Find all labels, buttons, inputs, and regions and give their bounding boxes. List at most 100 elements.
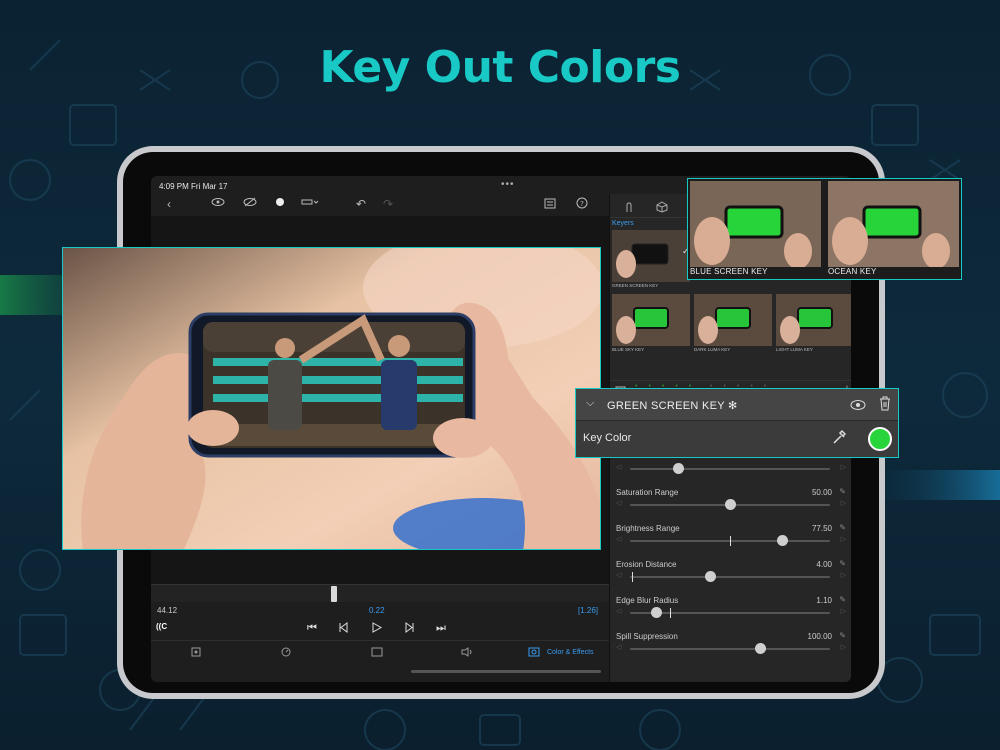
fx-menu-icon[interactable]: [301, 197, 319, 207]
slider-knob[interactable]: [673, 463, 684, 474]
keyers-section-label: Keyers: [612, 220, 634, 227]
keyer-thumb-ocean[interactable]: [828, 181, 959, 267]
keyer-label: OCEAN KEY: [828, 267, 877, 276]
pencil-icon[interactable]: ✎: [839, 487, 846, 496]
param-label: Brightness Range: [616, 524, 680, 533]
pencil-icon[interactable]: ✎: [839, 631, 846, 640]
keyer-thumb-blue-sky[interactable]: [612, 294, 690, 346]
slider-knob[interactable]: [777, 535, 788, 546]
skip-start-icon[interactable]: ⏮: [307, 622, 317, 635]
step-back-icon[interactable]: [338, 622, 349, 636]
trash-icon[interactable]: [879, 396, 891, 416]
crop-icon[interactable]: [191, 647, 201, 660]
increment-arrow-icon[interactable]: ▷: [841, 463, 846, 471]
slider-knob[interactable]: [705, 571, 716, 582]
param-label: Spill Suppression: [616, 632, 678, 641]
keyer-thumb-light-luma[interactable]: [776, 294, 851, 346]
hand-icon[interactable]: [624, 200, 634, 218]
record-dot-icon[interactable]: [275, 197, 285, 207]
slider-track[interactable]: [630, 468, 830, 470]
default-tick: [670, 608, 671, 618]
cube-icon[interactable]: [656, 200, 668, 218]
keyer-thumb-green-screen[interactable]: [612, 230, 690, 282]
decrement-arrow-icon[interactable]: ◁: [616, 535, 621, 543]
help-icon[interactable]: ?: [576, 197, 588, 209]
decrement-arrow-icon[interactable]: ◁: [616, 643, 621, 651]
param-slider[interactable]: Edge Blur Radius 1.10 ✎ ◁ ▷: [616, 595, 846, 630]
slider-knob[interactable]: [651, 607, 662, 618]
color-effects-icon[interactable]: [528, 647, 540, 660]
increment-arrow-icon[interactable]: ▷: [841, 535, 846, 543]
param-value[interactable]: 100.00: [808, 632, 832, 641]
pencil-icon[interactable]: ✎: [839, 559, 846, 568]
decrement-arrow-icon[interactable]: ◁: [616, 607, 621, 615]
slider-knob[interactable]: [725, 499, 736, 510]
volume-icon[interactable]: [461, 647, 473, 660]
effect-header[interactable]: ⌵ GREEN SCREEN KEY ✻: [576, 389, 898, 421]
keyer-thumb-dark-luma[interactable]: [694, 294, 772, 346]
param-value[interactable]: 50.00: [812, 488, 832, 497]
decrement-arrow-icon[interactable]: ◁: [616, 499, 621, 507]
timecode-total: [1.26]: [578, 606, 599, 615]
keyer-label: LIGHT LUMA KEY: [776, 347, 813, 352]
home-indicator: [411, 670, 601, 673]
chevron-down-icon[interactable]: ⌵: [586, 397, 594, 410]
keyer-label: GREEN SCREEN KEY: [612, 283, 659, 288]
bottom-toolbar: Color & Effects: [151, 640, 609, 664]
keyer-thumb-blue-screen[interactable]: [690, 181, 821, 267]
page-headline: Key Out Colors: [319, 42, 681, 93]
skip-end-icon[interactable]: ⏭: [436, 622, 446, 635]
param-label: Saturation Range: [616, 488, 679, 497]
key-color-swatch[interactable]: [868, 427, 892, 451]
visibility-eye-icon[interactable]: [850, 398, 866, 416]
increment-arrow-icon[interactable]: ▷: [841, 643, 846, 651]
undo-icon[interactable]: ↶: [356, 197, 366, 211]
keyer-label: DARK LUMA KEY: [694, 347, 731, 352]
slider-track[interactable]: [630, 648, 830, 650]
clipboard-icon[interactable]: [544, 197, 556, 209]
increment-arrow-icon[interactable]: ▷: [841, 571, 846, 579]
slider-track[interactable]: [630, 576, 830, 578]
redo-icon[interactable]: ↷: [383, 197, 393, 211]
keyer-label: BLUE SCREEN KEY: [690, 267, 768, 276]
param-label: Edge Blur Radius: [616, 596, 679, 605]
timecode-current: 44.12: [157, 606, 178, 615]
eye-hidden-icon[interactable]: [243, 197, 257, 207]
green-screen-key-popup: ⌵ GREEN SCREEN KEY ✻ Key Color: [575, 388, 899, 458]
eyedropper-icon[interactable]: [832, 429, 847, 450]
pencil-icon[interactable]: ✎: [839, 523, 846, 532]
param-slider[interactable]: Spill Suppression 100.00 ✎ ◁ ▷: [616, 631, 846, 666]
param-value[interactable]: 77.50: [812, 524, 832, 533]
color-effects-tab[interactable]: Color & Effects: [547, 649, 594, 656]
play-icon[interactable]: [371, 622, 383, 636]
video-preview: [62, 247, 601, 550]
increment-arrow-icon[interactable]: ▷: [841, 607, 846, 615]
back-icon[interactable]: ‹: [167, 197, 171, 211]
timeline-scrubber[interactable]: [151, 584, 609, 602]
param-slider[interactable]: Erosion Distance 4.00 ✎ ◁ ▷: [616, 559, 846, 594]
top-toolbar: ‹ ↶ ↷ ?: [151, 194, 609, 216]
status-time: 4:09 PM Fri Mar 17: [159, 182, 228, 191]
eye-icon[interactable]: [211, 197, 225, 207]
keyer-presets-popup: BLUE SCREEN KEY OCEAN KEY: [687, 178, 962, 280]
pencil-icon[interactable]: ✎: [839, 595, 846, 604]
step-forward-icon[interactable]: [404, 622, 415, 636]
closed-caption-icon[interactable]: ((C: [156, 622, 167, 631]
playhead[interactable]: [331, 586, 337, 602]
param-slider[interactable]: Saturation Range 50.00 ✎ ◁ ▷: [616, 487, 846, 522]
param-value[interactable]: 1.10: [816, 596, 832, 605]
decrement-arrow-icon[interactable]: ◁: [616, 463, 621, 471]
increment-arrow-icon[interactable]: ▷: [841, 499, 846, 507]
svg-text:?: ?: [580, 200, 584, 208]
key-color-label: Key Color: [583, 432, 632, 444]
multitask-dots[interactable]: •••: [501, 179, 515, 190]
default-tick: [730, 536, 731, 546]
default-tick: [632, 572, 633, 582]
slider-knob[interactable]: [755, 643, 766, 654]
param-value[interactable]: 4.00: [816, 560, 832, 569]
decrement-arrow-icon[interactable]: ◁: [616, 571, 621, 579]
transform-icon[interactable]: [371, 647, 383, 660]
timecode-selection: 0.22: [369, 606, 385, 615]
speed-icon[interactable]: [281, 647, 291, 660]
param-slider[interactable]: Brightness Range 77.50 ✎ ◁ ▷: [616, 523, 846, 558]
